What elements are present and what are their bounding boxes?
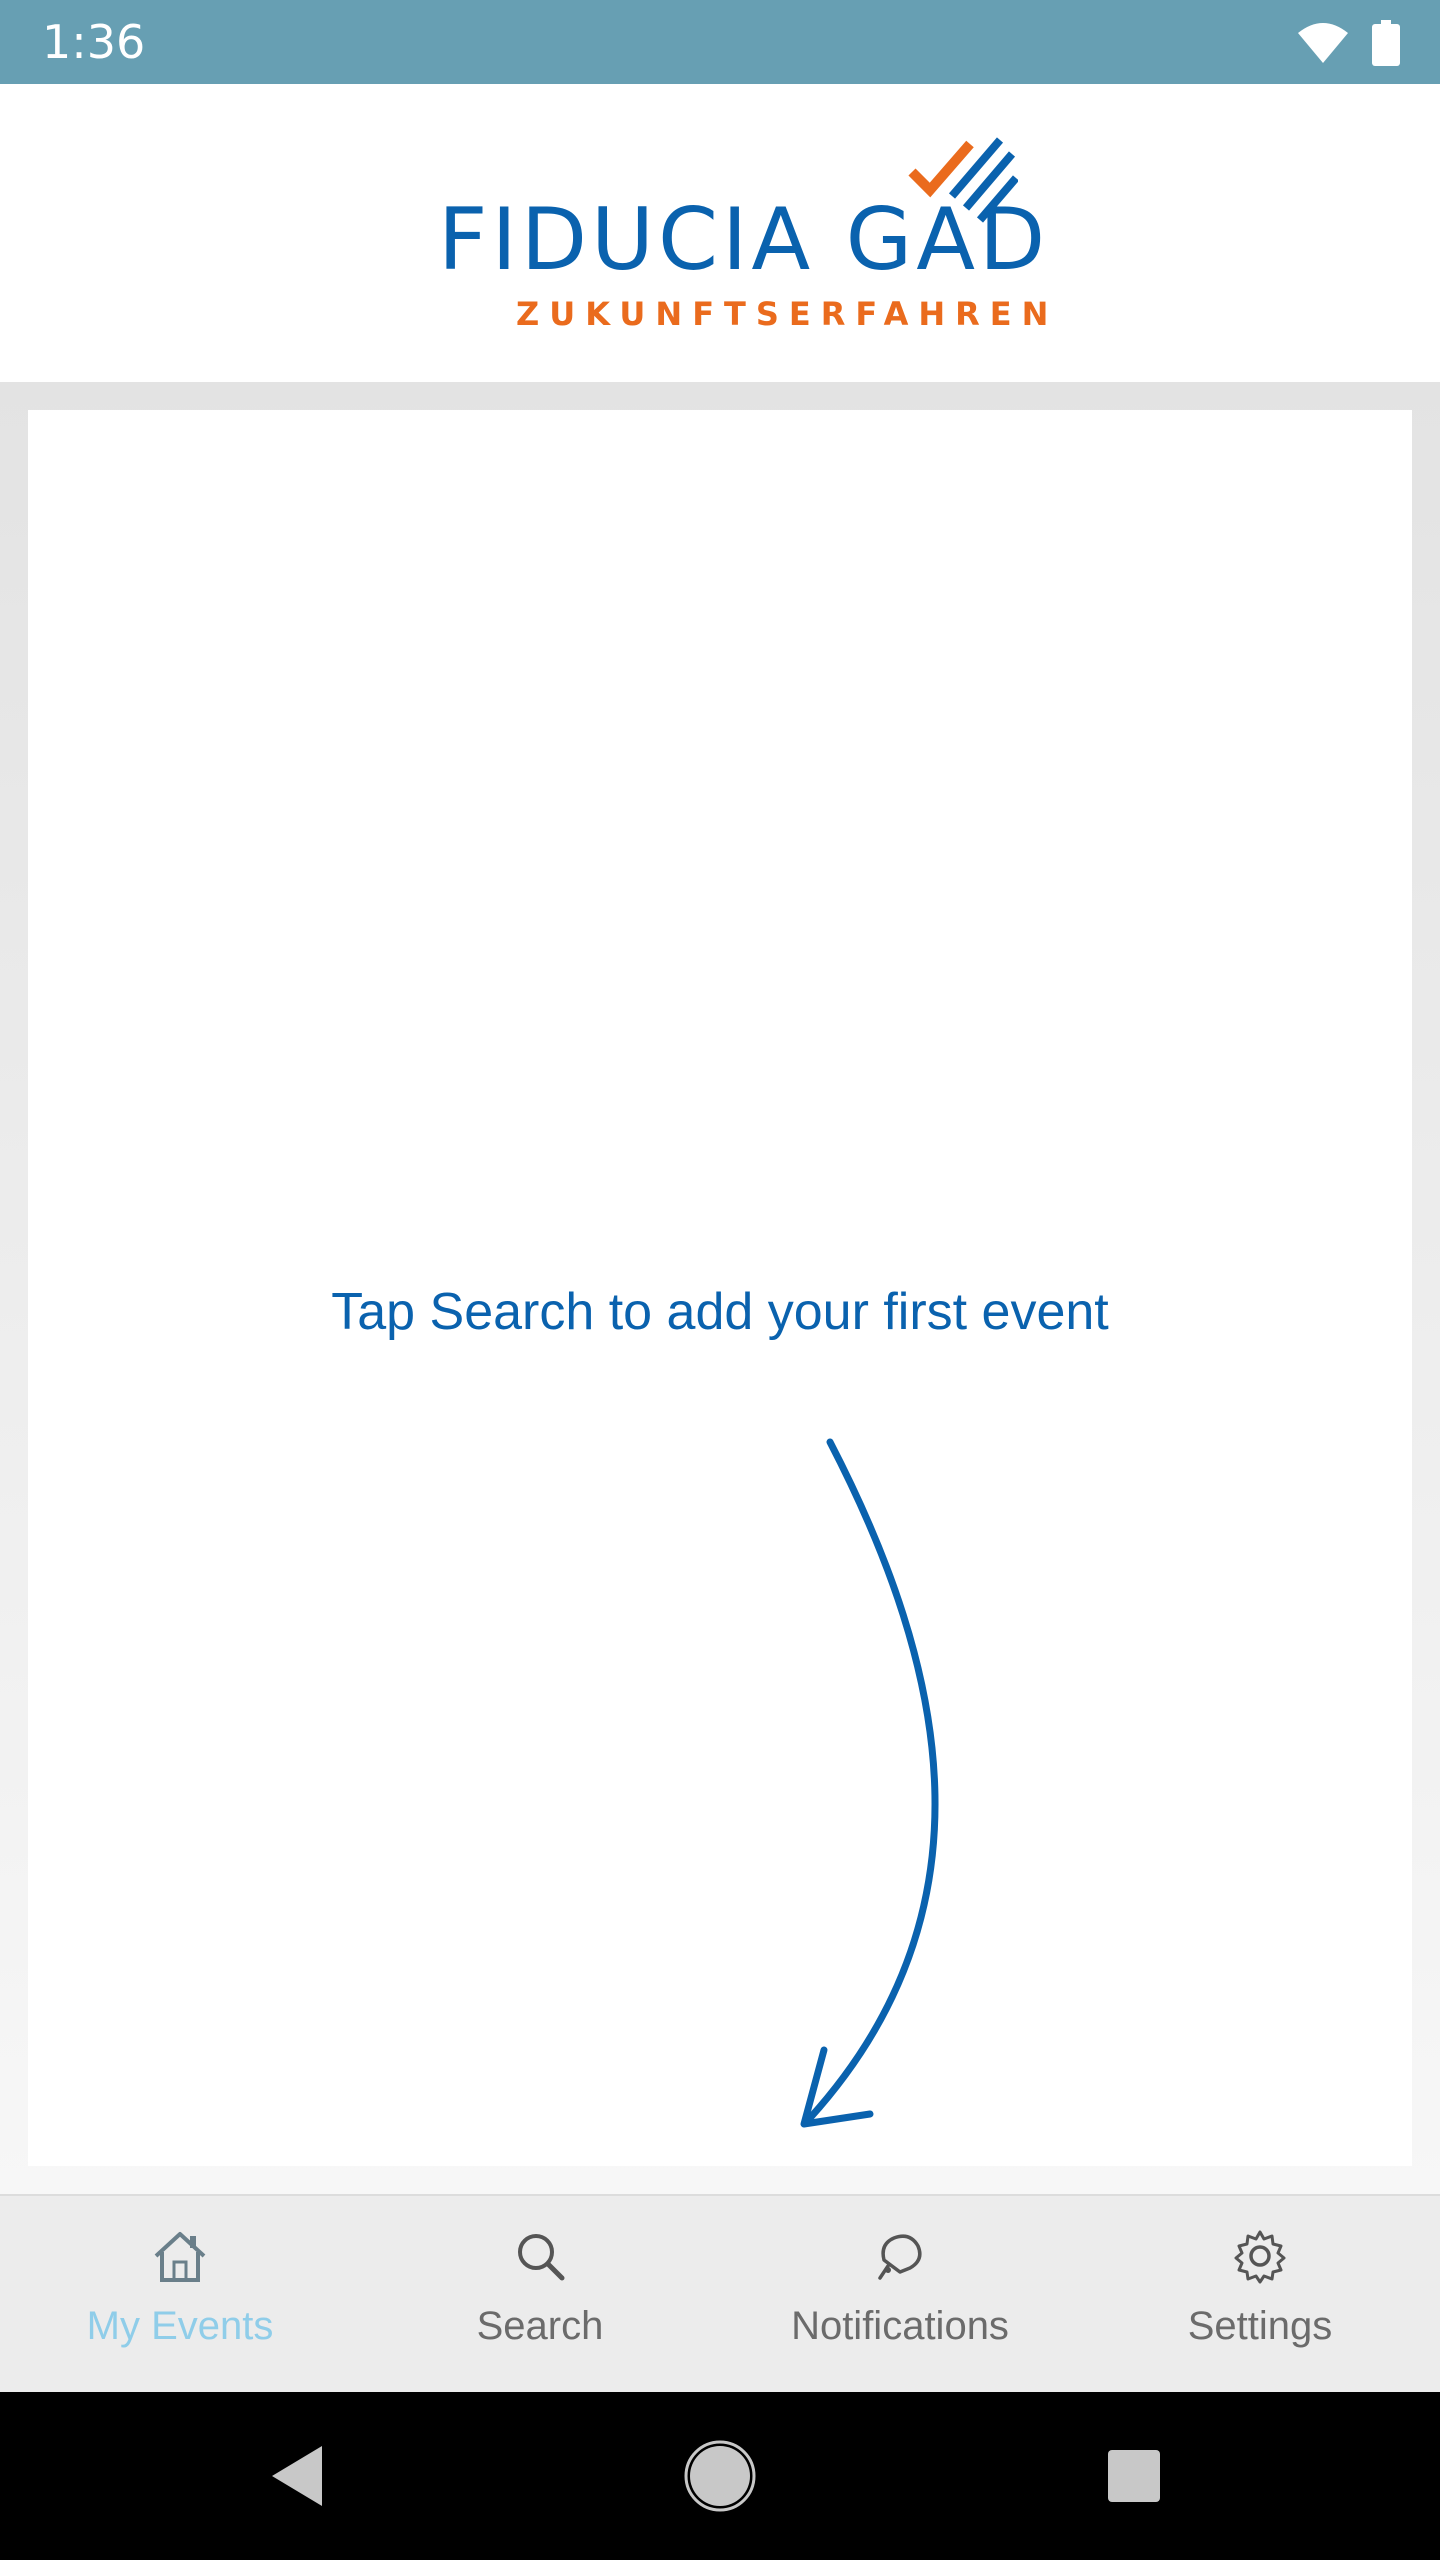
- home-icon: [154, 2232, 206, 2282]
- tab-label: My Events: [86, 2304, 274, 2348]
- tab-settings[interactable]: Settings: [1080, 2196, 1440, 2392]
- bell-icon: [878, 2234, 922, 2280]
- wifi-icon: [1298, 23, 1348, 63]
- status-icons: [1296, 18, 1400, 68]
- tab-notifications[interactable]: Notifications: [720, 2196, 1080, 2392]
- empty-state-hint: Tap Search to add your first event: [331, 1283, 1109, 1341]
- status-bar: 1:36: [0, 0, 1440, 84]
- tab-label: Settings: [1187, 2304, 1333, 2348]
- fiducia-gad-logo: FIDUCIA GAD ZUKUNFTSERFAHREN: [430, 134, 1048, 374]
- status-time: 1:36: [42, 15, 146, 69]
- home-circle-icon[interactable]: [670, 2426, 770, 2526]
- arrow-down-icon: [800, 1438, 939, 2128]
- tab-label: Search: [476, 2304, 604, 2348]
- bottom-tab-bar: My Events Search Notifications Settings: [0, 2194, 1440, 2392]
- app-header: FIDUCIA GAD ZUKUNFTSERFAHREN: [0, 84, 1440, 382]
- events-card: Tap Search to add your first event: [28, 410, 1412, 2166]
- system-nav-bar: [0, 2392, 1440, 2560]
- search-icon: [518, 2234, 565, 2281]
- logo-subtitle: ZUKUNFTSERFAHREN: [516, 295, 1059, 333]
- tab-my-events[interactable]: My Events: [0, 2196, 360, 2392]
- battery-icon: [1372, 20, 1400, 66]
- checkmark-logo-icon: [908, 137, 1018, 223]
- content-area: Tap Search to add your first event: [0, 382, 1440, 2194]
- gear-icon: [1234, 2230, 1286, 2284]
- tab-search[interactable]: Search: [360, 2196, 720, 2392]
- tab-label: Notifications: [791, 2304, 1009, 2348]
- recents-icon[interactable]: [1084, 2426, 1184, 2526]
- back-icon[interactable]: [250, 2426, 350, 2526]
